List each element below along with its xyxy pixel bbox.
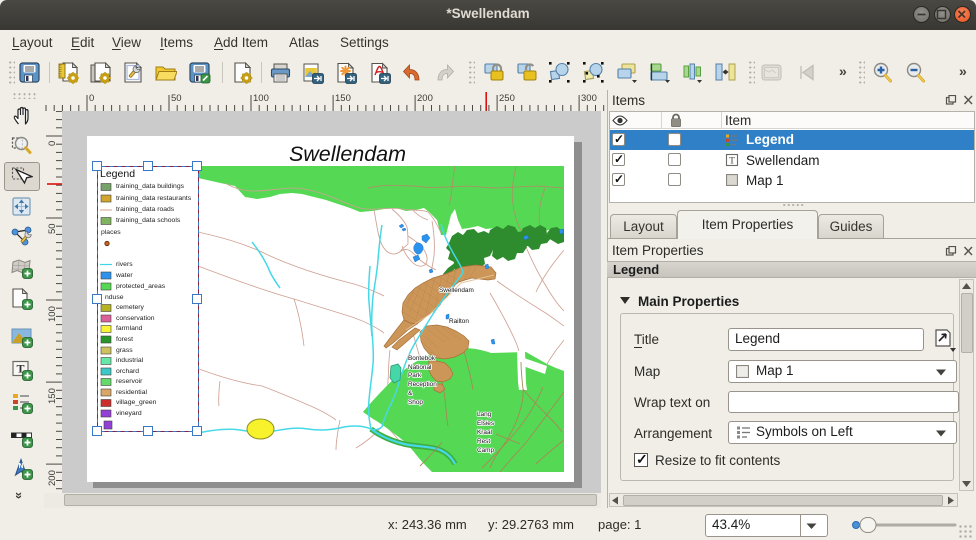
svg-text:Railton: Railton: [449, 318, 469, 325]
svg-text:Camp: Camp: [477, 447, 494, 454]
svg-text:T: T: [729, 157, 735, 167]
svg-text:Park: Park: [408, 372, 422, 379]
svg-text:National: National: [408, 364, 431, 371]
svg-text:Elsies: Elsies: [477, 420, 494, 427]
svg-text:Rest: Rest: [477, 438, 490, 445]
svg-text:&: &: [408, 390, 413, 397]
svg-text:Kraal: Kraal: [477, 429, 492, 436]
svg-text:N: N: [18, 463, 23, 470]
svg-text:Bontebok: Bontebok: [408, 355, 436, 362]
svg-text:Lang: Lang: [477, 411, 492, 418]
svg-text:Reception: Reception: [408, 381, 437, 388]
svg-text:Shop: Shop: [408, 399, 423, 406]
svg-text:Swellendam: Swellendam: [439, 287, 474, 294]
